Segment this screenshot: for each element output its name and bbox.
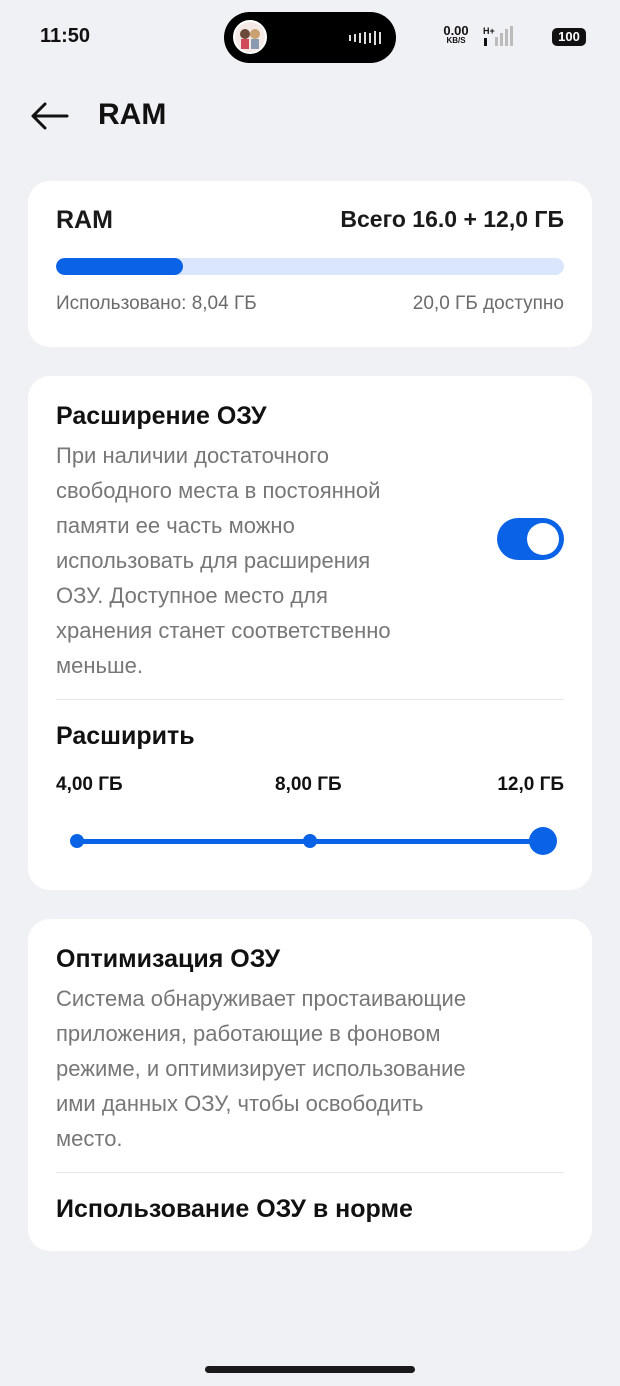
page-title: RAM [98, 98, 167, 131]
ram-total: Всего 16.0 + 12,0 ГБ [340, 206, 564, 232]
slider-option-8gb[interactable]: 8,00 ГБ [275, 774, 342, 796]
description-line: меньше. [56, 653, 143, 678]
ram-optimization-description: Система обнаруживает простаивающие прило… [56, 981, 466, 1156]
description-line: ими данных ОЗУ, чтобы освободить [56, 1091, 424, 1116]
description-line: режиме, и оптимизирует использование [56, 1056, 466, 1081]
ram-expansion-title: Расширение ОЗУ [56, 402, 267, 430]
expand-title: Расширить [56, 722, 195, 750]
toggle-knob [527, 523, 559, 555]
description-line: приложения, работающие в фоновом [56, 1021, 441, 1046]
network-speed: 0.00 KB/S [439, 24, 473, 45]
divider [56, 699, 564, 700]
ram-available-text: 20,0 ГБ доступно [412, 293, 564, 314]
status-icons: 0.00 KB/S H+ 100 [426, 24, 586, 48]
ram-expansion-slider[interactable] [56, 821, 564, 861]
description-line: свободного места в постоянной [56, 478, 381, 503]
home-indicator[interactable] [205, 1366, 415, 1373]
network-type-label: H+ [483, 26, 495, 36]
slider-stop[interactable] [303, 834, 317, 848]
ram-used-text: Использовано: 8,04 ГБ [56, 293, 257, 314]
audio-wave-icon [349, 31, 381, 45]
ram-status-item[interactable]: Использование ОЗУ в норме [56, 1195, 413, 1224]
ram-expansion-description: При наличии достаточного свободного мест… [56, 438, 391, 683]
status-bar: 11:50 0.00 KB/S H+ 100 [0, 0, 620, 72]
back-button[interactable] [26, 96, 72, 136]
app-header: RAM [0, 88, 620, 144]
ram-optimization-title: Оптимизация ОЗУ [56, 945, 280, 973]
description-line: место. [56, 1126, 123, 1151]
signal-icon: H+ [483, 26, 513, 46]
ram-label: RAM [56, 206, 113, 234]
slider-thumb[interactable] [529, 827, 557, 855]
ram-expansion-toggle[interactable] [497, 518, 564, 560]
description-line: использовать для расширения [56, 548, 371, 573]
slider-stop[interactable] [70, 834, 84, 848]
dynamic-island[interactable] [224, 12, 396, 63]
battery-icon: 100 [552, 28, 586, 46]
ram-usage-fill [56, 258, 183, 275]
ram-usage-bar [56, 258, 564, 275]
arrow-left-icon [31, 102, 69, 130]
slider-option-4gb[interactable]: 4,00 ГБ [56, 774, 123, 796]
status-time: 11:50 [40, 25, 91, 47]
description-line: хранения станет соответственно [56, 618, 391, 643]
description-line: ОЗУ. Доступное место для [56, 583, 328, 608]
divider [56, 1172, 564, 1173]
ram-summary-card: RAM Всего 16.0 + 12,0 ГБ Использовано: 8… [28, 181, 592, 347]
description-line: памяти ее часть можно [56, 513, 295, 538]
description-line: Система обнаруживает простаивающие [56, 986, 467, 1011]
slider-option-12gb[interactable]: 12,0 ГБ [497, 774, 564, 796]
description-line: При наличии достаточного [56, 443, 329, 468]
ram-expansion-card: Расширение ОЗУ При наличии достаточного … [28, 376, 592, 890]
media-avatar-icon [233, 20, 267, 54]
ram-optimization-card: Оптимизация ОЗУ Система обнаруживает про… [28, 919, 592, 1251]
